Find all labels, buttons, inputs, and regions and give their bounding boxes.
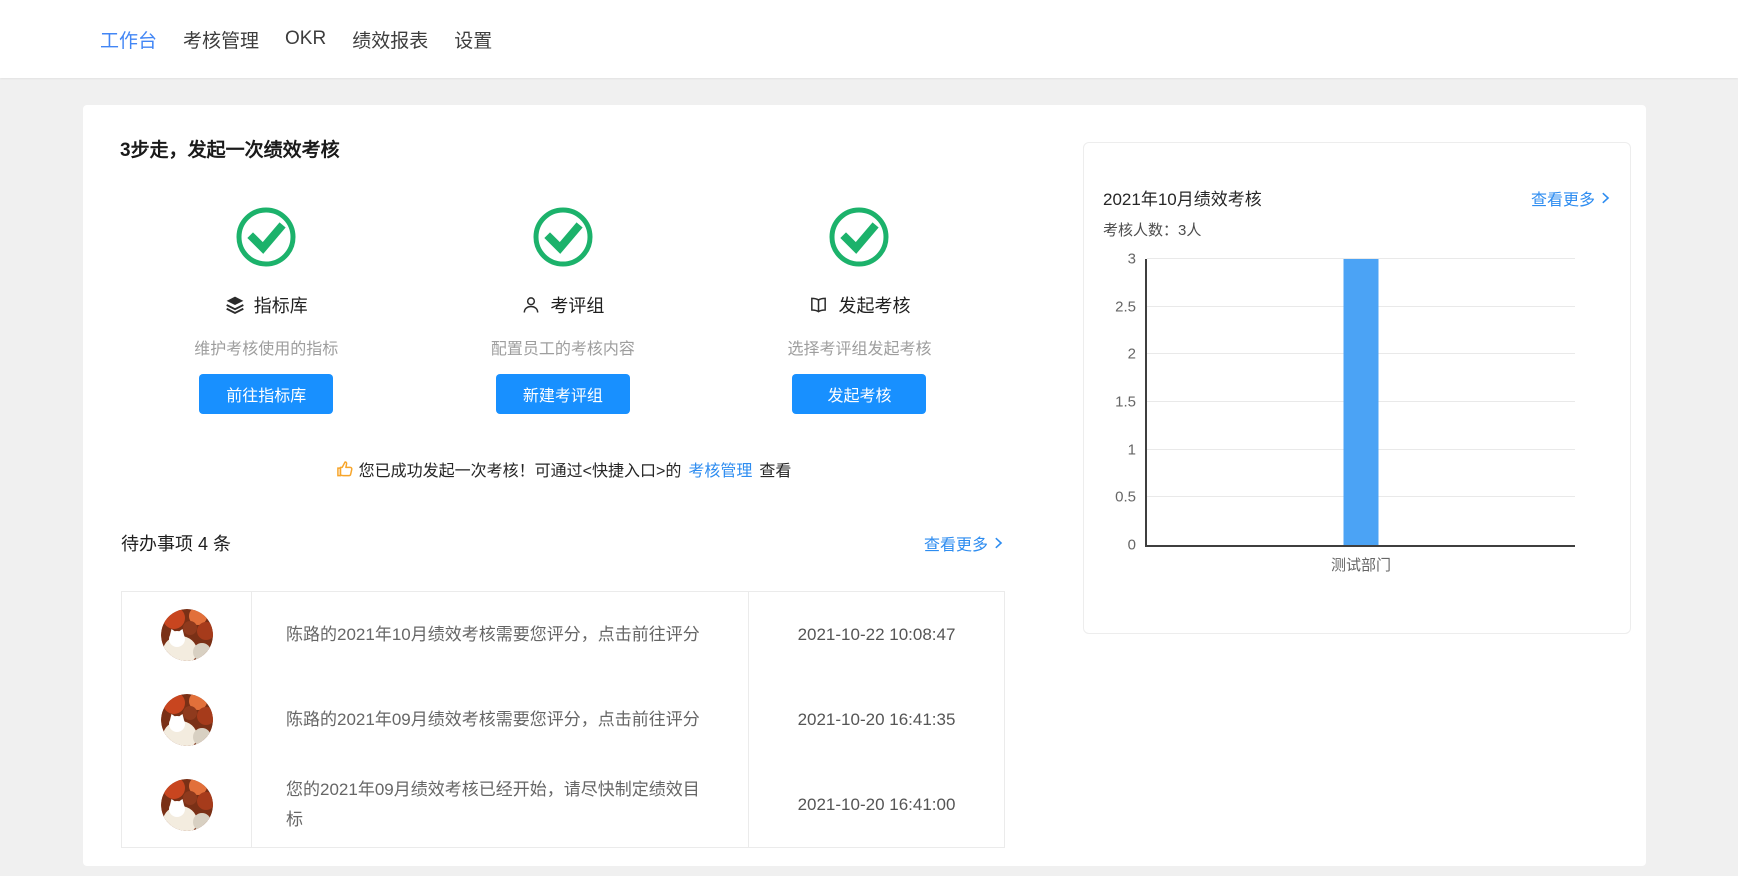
todo-text: 陈路的2021年10月绩效考核需要您评分，点击前往评分 (286, 624, 700, 644)
check-circle-icon (236, 207, 296, 267)
report-view-more-link[interactable]: 查看更多 (1531, 186, 1612, 210)
step-description: 选择考评组发起考核 (787, 341, 932, 358)
todo-time: 2021-10-20 16:41:00 (749, 762, 1004, 847)
report-card: 2021年10月绩效考核 查看更多 考核人数：3人 0 0.5 1 1.5 2 2.5 3 测… (1083, 142, 1631, 634)
report-people-count: 考核人数：3人 (1103, 222, 1202, 239)
thumbs-up-icon (335, 459, 355, 479)
avatar (160, 608, 213, 661)
avatar (160, 693, 213, 746)
todo-row[interactable]: 陈路的2021年09月绩效考核需要您评分，点击前往评分 (252, 677, 749, 762)
workflow-steps: 指标库 维护考核使用的指标 前往指标库 考评组 配置员工的考核内容 新建考评组 (118, 205, 1008, 414)
todo-row-avatar-cell (122, 762, 252, 847)
step-review-group: 考评组 配置员工的考核内容 新建考评组 (415, 205, 712, 414)
nav-item-workbench[interactable]: 工作台 (100, 26, 157, 53)
y-tick-label: 2.5 (1115, 298, 1136, 316)
todo-row-avatar-cell (122, 592, 252, 677)
create-review-group-button[interactable]: 新建考评组 (495, 374, 630, 414)
bar-chart-plot: 0 0.5 1 1.5 2 2.5 3 测试部门 (1115, 251, 1575, 574)
y-tick-label: 0.5 (1115, 488, 1136, 506)
todo-text: 您的2021年09月绩效考核已经开始，请尽快制定绩效目标 (286, 779, 700, 829)
check-circle-icon (533, 207, 593, 267)
todo-row[interactable]: 陈路的2021年10月绩效考核需要您评分，点击前往评分 (252, 592, 749, 677)
todo-row-avatar-cell (122, 677, 252, 762)
y-tick-label: 1 (1127, 441, 1136, 459)
y-tick-label: 0 (1127, 536, 1136, 554)
bar-测试部门 (1343, 259, 1379, 545)
goto-indicator-library-button[interactable]: 前往指标库 (199, 374, 334, 414)
view-more-label: 查看更多 (1530, 192, 1595, 209)
todo-text: 陈路的2021年09月绩效考核需要您评分，点击前往评分 (286, 709, 700, 729)
x-axis-category-label: 测试部门 (1330, 557, 1392, 574)
y-tick-label: 3 (1127, 250, 1136, 268)
step-name: 考评组 (550, 296, 605, 316)
step-name: 发起考核 (838, 296, 911, 316)
nav-item-performance-report[interactable]: 绩效报表 (352, 26, 428, 53)
main-content-card: 3步走，发起一次绩效考核 指标库 维护考核使用的指标 前往指标库 考评组 配置员… (83, 105, 1646, 866)
workflow-title: 3步走，发起一次绩效考核 (120, 140, 340, 161)
report-title: 2021年10月绩效考核 (1103, 190, 1262, 209)
chevron-right-icon (995, 537, 1003, 549)
view-more-label: 查看更多 (923, 537, 988, 554)
todo-view-more-link[interactable]: 查看更多 (924, 531, 1005, 555)
timestamp: 2021-10-20 16:41:00 (797, 794, 956, 814)
step-launch-assessment: 发起考核 选择考评组发起考核 发起考核 (711, 205, 1008, 414)
todo-title: 待办事项 4 条 (121, 534, 232, 554)
step-name: 指标库 (253, 296, 308, 316)
todo-table: 陈路的2021年10月绩效考核需要您评分，点击前往评分 2021-10-22 1… (121, 591, 1005, 848)
nav-item-assessment-management[interactable]: 考核管理 (183, 26, 259, 53)
y-tick-label: 1.5 (1115, 393, 1136, 411)
todo-time: 2021-10-20 16:41:35 (749, 677, 1004, 762)
step-description: 维护考核使用的指标 (194, 341, 339, 358)
y-tick-label: 2 (1127, 345, 1136, 363)
timestamp: 2021-10-20 16:41:35 (797, 709, 956, 729)
check-circle-icon (829, 207, 889, 267)
chevron-right-icon (1602, 192, 1610, 204)
nav-item-settings[interactable]: 设置 (454, 26, 492, 53)
success-text: 您已成功发起一次考核！可通过<快捷入口>的 (358, 463, 682, 480)
user-icon (523, 297, 539, 313)
step-description: 配置员工的考核内容 (490, 341, 635, 358)
layers-icon (226, 296, 244, 314)
step-indicator-library: 指标库 维护考核使用的指标 前往指标库 (118, 205, 415, 414)
todo-row[interactable]: 您的2021年09月绩效考核已经开始，请尽快制定绩效目标 (252, 762, 749, 847)
success-text-suffix: 查看 (759, 463, 792, 480)
assessment-management-link[interactable]: 考核管理 (688, 457, 752, 481)
book-icon (811, 297, 827, 313)
launch-assessment-button[interactable]: 发起考核 (792, 374, 927, 414)
top-navbar: 工作台 考核管理 OKR 绩效报表 设置 (0, 0, 1738, 78)
success-message: 您已成功发起一次考核！可通过<快捷入口>的 考核管理 查看 (118, 457, 1008, 481)
nav-item-okr[interactable]: OKR (285, 28, 326, 50)
timestamp: 2021-10-22 10:08:47 (797, 624, 956, 644)
avatar (160, 778, 213, 831)
todo-time: 2021-10-22 10:08:47 (749, 592, 1004, 677)
